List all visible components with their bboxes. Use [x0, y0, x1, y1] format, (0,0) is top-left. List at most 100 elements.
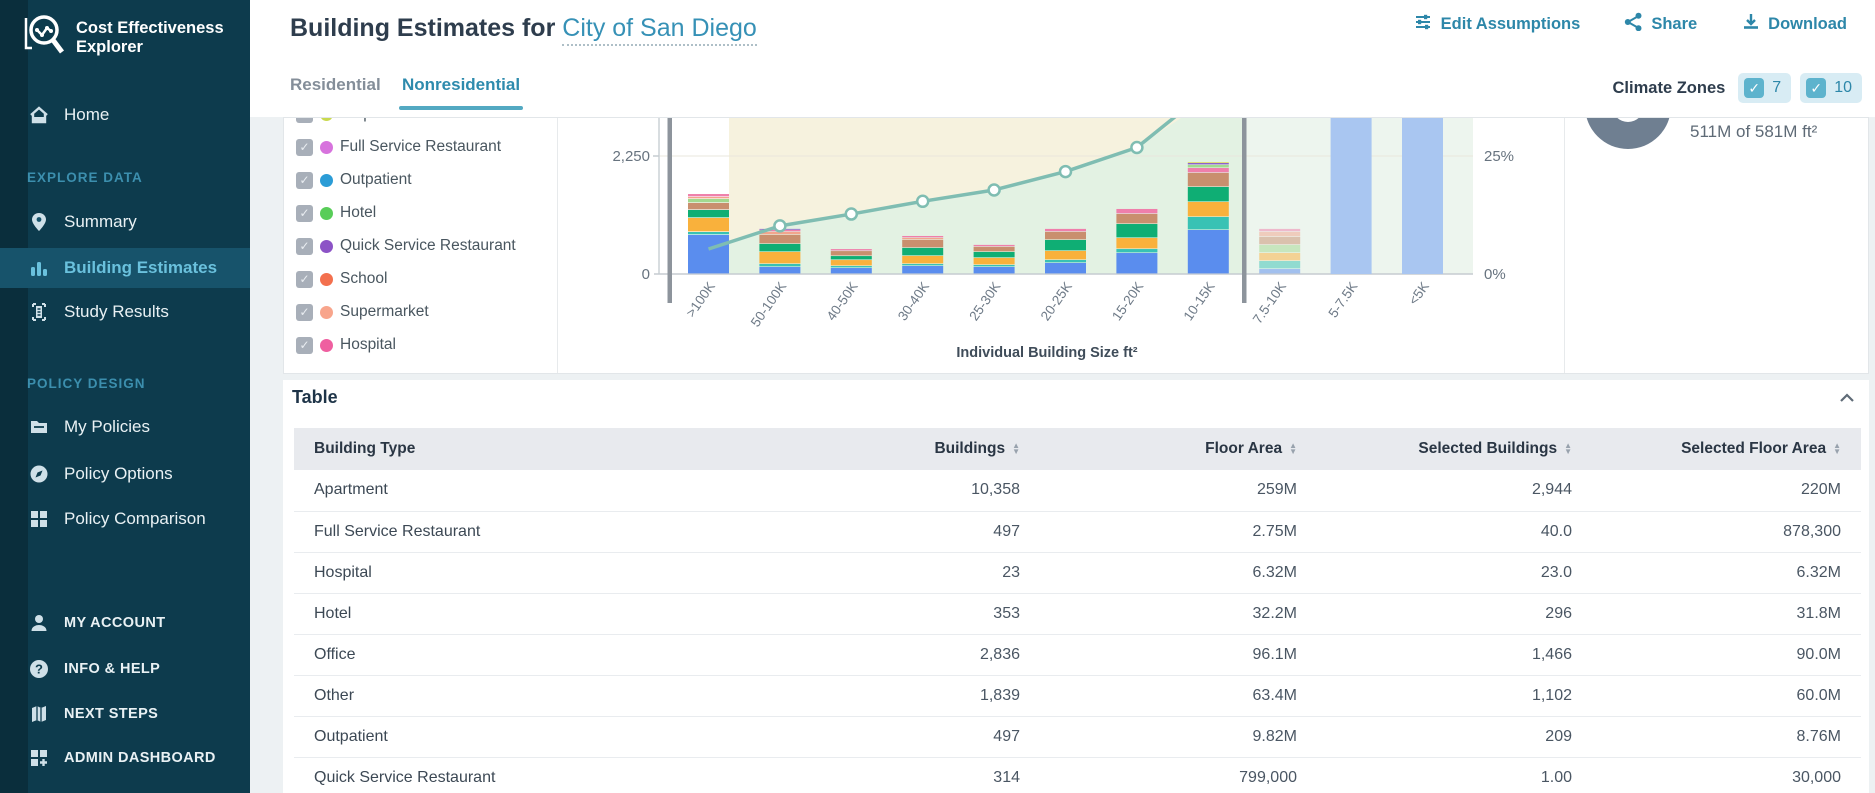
- value-cell: 30,000: [1592, 757, 1861, 793]
- sidebar-item-home[interactable]: Home: [0, 95, 250, 135]
- checkbox-checked-icon[interactable]: ✓: [296, 270, 313, 288]
- value-cell: 9.82M: [1040, 716, 1317, 758]
- magnifier-chart-icon: [22, 12, 66, 63]
- checkbox-checked-icon[interactable]: ✓: [296, 204, 313, 222]
- sliders-icon: [1414, 12, 1433, 36]
- region-link[interactable]: City of San Diego: [562, 14, 757, 46]
- checkbox-checked-icon[interactable]: ✓: [296, 303, 313, 321]
- home-icon: [26, 105, 52, 125]
- building-estimates-chart-card: ✓ Strip Mall ✓ Full Service Restaurant ✓ O…: [283, 117, 1869, 374]
- sidebar-item-info-help[interactable]: ? INFO & HELP: [0, 649, 250, 689]
- sidebar-item-study-results[interactable]: Study Results: [0, 292, 250, 332]
- sidebar-section-policy-design: POLICY DESIGN: [27, 376, 146, 391]
- sidebar-item-next-steps[interactable]: NEXT STEPS: [0, 694, 250, 734]
- share-button[interactable]: Share: [1624, 12, 1697, 36]
- svg-text:2,250: 2,250: [612, 148, 650, 165]
- column-header-building-type[interactable]: Building Type: [294, 428, 766, 470]
- value-cell: 314: [766, 757, 1040, 793]
- building-type-cell: Apartment: [294, 470, 766, 512]
- value-cell: 296: [1317, 593, 1592, 635]
- checkbox-checked-icon: ✓: [1806, 78, 1827, 98]
- sidebar-item-policy-options[interactable]: Policy Options: [0, 454, 250, 494]
- climate-zone-10-toggle[interactable]: ✓ 10: [1800, 73, 1862, 103]
- checkbox-checked-icon[interactable]: ✓: [296, 118, 313, 123]
- building-type-cell: Hospital: [294, 552, 766, 594]
- collapse-section-chevron-icon[interactable]: [1839, 390, 1855, 408]
- value-cell: 1,839: [766, 675, 1040, 717]
- value-cell: 497: [766, 511, 1040, 553]
- legend-item-supermarket[interactable]: ✓ Supermarket: [296, 300, 429, 324]
- series-color-dot: [320, 206, 333, 220]
- series-color-dot: [320, 338, 333, 352]
- checkbox-checked-icon[interactable]: ✓: [296, 138, 313, 156]
- tab-nonresidential[interactable]: Nonresidential: [402, 75, 520, 95]
- sort-icon[interactable]: ▲ ▼: [1564, 442, 1572, 456]
- sidebar-item-my-policies[interactable]: My Policies: [0, 407, 250, 447]
- svg-text:>100K: >100K: [683, 279, 718, 320]
- edit-assumptions-button[interactable]: Edit Assumptions: [1414, 12, 1580, 36]
- sidebar-section-explore-data: EXPLORE DATA: [27, 170, 143, 185]
- legend-item-hotel[interactable]: ✓ Hotel: [296, 201, 376, 225]
- document-icon: [26, 302, 52, 322]
- legend-item-quick-service-restaurant[interactable]: ✓ Quick Service Restaurant: [296, 234, 516, 258]
- table-section: Table Building Type Buildings ▲ ▼ Floor Area…: [283, 380, 1869, 793]
- range-slider-handle-left[interactable]: [667, 118, 673, 303]
- value-cell: 31.8M: [1592, 593, 1861, 635]
- brand-line1: Cost Effectiveness: [76, 18, 224, 37]
- tab-residential[interactable]: Residential: [290, 75, 381, 95]
- table-row: Full Service Restaurant 497 2.75M 40.0 878,3…: [294, 511, 1861, 553]
- floor-area-gauge: [1585, 118, 1671, 149]
- value-cell: 6.32M: [1040, 552, 1317, 594]
- download-button[interactable]: Download: [1741, 12, 1847, 36]
- sort-icon[interactable]: ▲ ▼: [1012, 442, 1020, 456]
- value-cell: 32.2M: [1040, 593, 1317, 635]
- svg-text:30-40K: 30-40K: [895, 279, 932, 323]
- dashboard-plus-icon: [26, 748, 52, 768]
- sidebar-item-summary[interactable]: Summary: [0, 202, 250, 242]
- value-cell: 10,358: [766, 470, 1040, 512]
- column-header-floor-area[interactable]: Floor Area ▲ ▼: [1040, 428, 1317, 470]
- svg-text:?: ?: [35, 662, 43, 677]
- sidebar-item-building-estimates[interactable]: Building Estimates: [0, 248, 250, 288]
- column-header-selected-floor-area[interactable]: Selected Floor Area ▲ ▼: [1592, 428, 1861, 470]
- checkbox-checked-icon[interactable]: ✓: [296, 336, 313, 354]
- legend-item-school[interactable]: ✓ School: [296, 267, 387, 291]
- value-cell: 209: [1317, 716, 1592, 758]
- range-slider-handle-right[interactable]: [1242, 118, 1247, 303]
- building-size-chart: 2,250 0 25% 0% >100K 50-100K 40-50K 30-40K 25-30…: [612, 118, 1514, 361]
- gauge-caption: 511M of 581M ft²: [1690, 122, 1818, 141]
- climate-zones: Climate Zones ✓ 7 ✓ 10: [1613, 73, 1862, 103]
- table-row: Outpatient 497 9.82M 209 8.76M: [294, 716, 1861, 758]
- legend-item-strip-mall[interactable]: ✓ Strip Mall: [296, 118, 405, 126]
- building-type-table: Building Type Buildings ▲ ▼ Floor Area ▲ ▼ Sele…: [294, 428, 1861, 793]
- sidebar-item-admin-dashboard[interactable]: ADMIN DASHBOARD: [0, 738, 250, 778]
- svg-text:<5K: <5K: [1406, 279, 1432, 308]
- app-logo[interactable]: Cost Effectiveness Explorer: [22, 12, 224, 63]
- value-cell: 1,466: [1317, 634, 1592, 676]
- sort-icon[interactable]: ▲ ▼: [1289, 442, 1297, 456]
- legend-item-outpatient[interactable]: ✓ Outpatient: [296, 168, 412, 192]
- svg-text:0: 0: [642, 266, 650, 283]
- value-cell: 23: [766, 552, 1040, 594]
- table-section-title: Table: [292, 387, 338, 407]
- column-header-buildings[interactable]: Buildings ▲ ▼: [766, 428, 1040, 470]
- checkbox-checked-icon[interactable]: ✓: [296, 237, 313, 255]
- sort-icon[interactable]: ▲ ▼: [1833, 442, 1841, 456]
- value-cell: 90.0M: [1592, 634, 1861, 676]
- sidebar-item-my-account[interactable]: MY ACCOUNT: [0, 603, 250, 643]
- compass-icon: [26, 464, 52, 484]
- climate-zone-7-toggle[interactable]: ✓ 7: [1738, 73, 1792, 103]
- table-row: Hotel 353 32.2M 296 31.8M: [294, 593, 1861, 635]
- legend-item-full-service-restaurant[interactable]: ✓ Full Service Restaurant: [296, 135, 501, 159]
- checkbox-checked-icon[interactable]: ✓: [296, 171, 313, 189]
- building-type-cell: Full Service Restaurant: [294, 511, 766, 553]
- legend-item-hospital[interactable]: ✓ Hospital: [296, 333, 396, 357]
- series-color-dot: [320, 239, 333, 253]
- value-cell: 2,836: [766, 634, 1040, 676]
- app-root: Cost Effectiveness Explorer Home EXPLORE …: [0, 0, 1875, 793]
- building-type-cell: Quick Service Restaurant: [294, 757, 766, 793]
- column-header-selected-buildings[interactable]: Selected Buildings ▲ ▼: [1317, 428, 1592, 470]
- sidebar-item-policy-comparison[interactable]: Policy Comparison: [0, 499, 250, 539]
- series-color-dot: [320, 305, 333, 319]
- series-color-dot: [320, 140, 333, 154]
